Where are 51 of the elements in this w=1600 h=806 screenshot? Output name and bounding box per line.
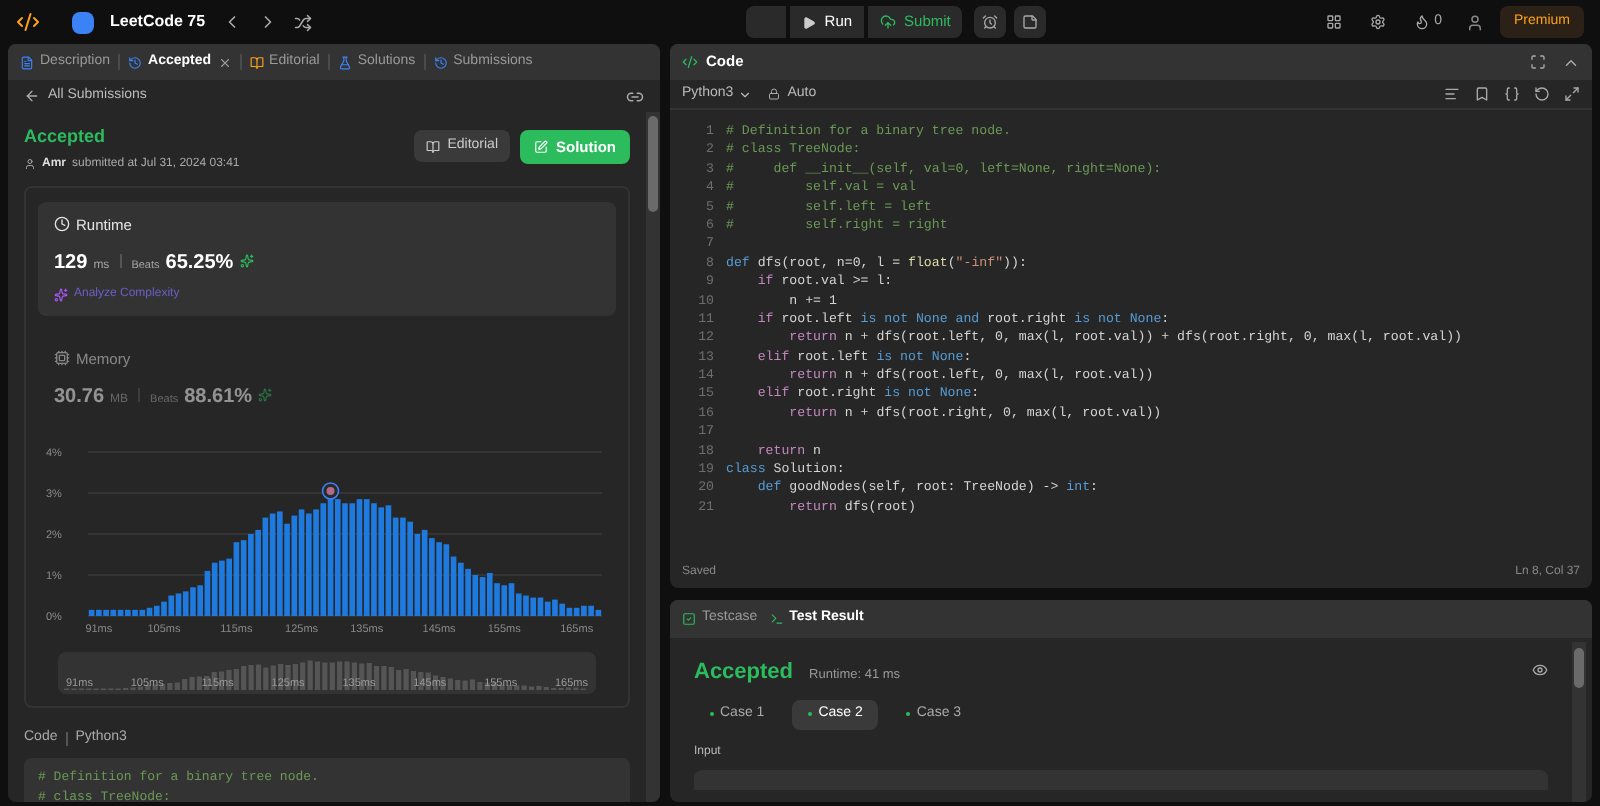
tab-icon: [128, 55, 143, 69]
user-icon: [24, 158, 36, 170]
scrollbar[interactable]: [1572, 642, 1586, 802]
play-icon: [802, 15, 817, 29]
scrollbar[interactable]: [646, 112, 660, 802]
stat-value: 30.76: [54, 384, 105, 412]
expand-icon[interactable]: [1564, 86, 1580, 102]
result-status: Accepted: [694, 658, 794, 688]
back-icon[interactable]: [24, 88, 40, 104]
stat-icon: [54, 216, 70, 233]
alarm-clock-icon: [982, 14, 999, 30]
tab-icon: [769, 612, 784, 626]
grid-icon[interactable]: [1326, 14, 1343, 30]
stat-value: 129: [54, 249, 88, 278]
fullscreen-icon[interactable]: [1530, 54, 1546, 70]
edit-icon: [534, 140, 548, 154]
bookmark-icon[interactable]: [1474, 86, 1490, 102]
link-icon[interactable]: [626, 87, 644, 105]
tab-icon: [20, 55, 34, 69]
tab-icon: [682, 612, 696, 626]
timer-button[interactable]: [974, 6, 1007, 38]
beats-percent: 88.61%: [184, 384, 253, 412]
note-icon: [1022, 14, 1039, 30]
book-icon: [425, 139, 440, 153]
eye-icon[interactable]: [1532, 662, 1548, 678]
streak-icon[interactable]: [1414, 14, 1431, 30]
badge-icon: [258, 388, 273, 402]
upload-icon: [880, 14, 897, 30]
status-label: Accepted: [24, 124, 108, 150]
sparkle-icon: [54, 287, 68, 302]
tab-icon: [433, 55, 448, 69]
shuffle-icon[interactable]: [293, 13, 312, 31]
tab-icon: [337, 55, 352, 69]
list-icon: [72, 11, 94, 33]
tab-icon: [249, 55, 264, 69]
problem-list-title[interactable]: LeetCode 75: [110, 10, 206, 34]
reset-icon[interactable]: [1534, 86, 1550, 102]
braces-icon[interactable]: [1504, 86, 1520, 102]
close-icon[interactable]: [217, 55, 232, 69]
logo-icon[interactable]: [16, 10, 40, 34]
lock-icon: [767, 88, 780, 100]
notes-button[interactable]: [1014, 6, 1047, 38]
avatar-icon[interactable]: [1466, 13, 1484, 31]
badge-icon: [239, 253, 254, 268]
user-marker-icon: [321, 482, 340, 500]
beats-percent: 65.25%: [165, 249, 234, 278]
code-icon: [682, 54, 698, 70]
settings-icon[interactable]: [1370, 14, 1387, 30]
chevron-down-icon: [737, 87, 752, 101]
format-icon[interactable]: [1444, 86, 1460, 102]
stat-icon: [54, 350, 70, 367]
